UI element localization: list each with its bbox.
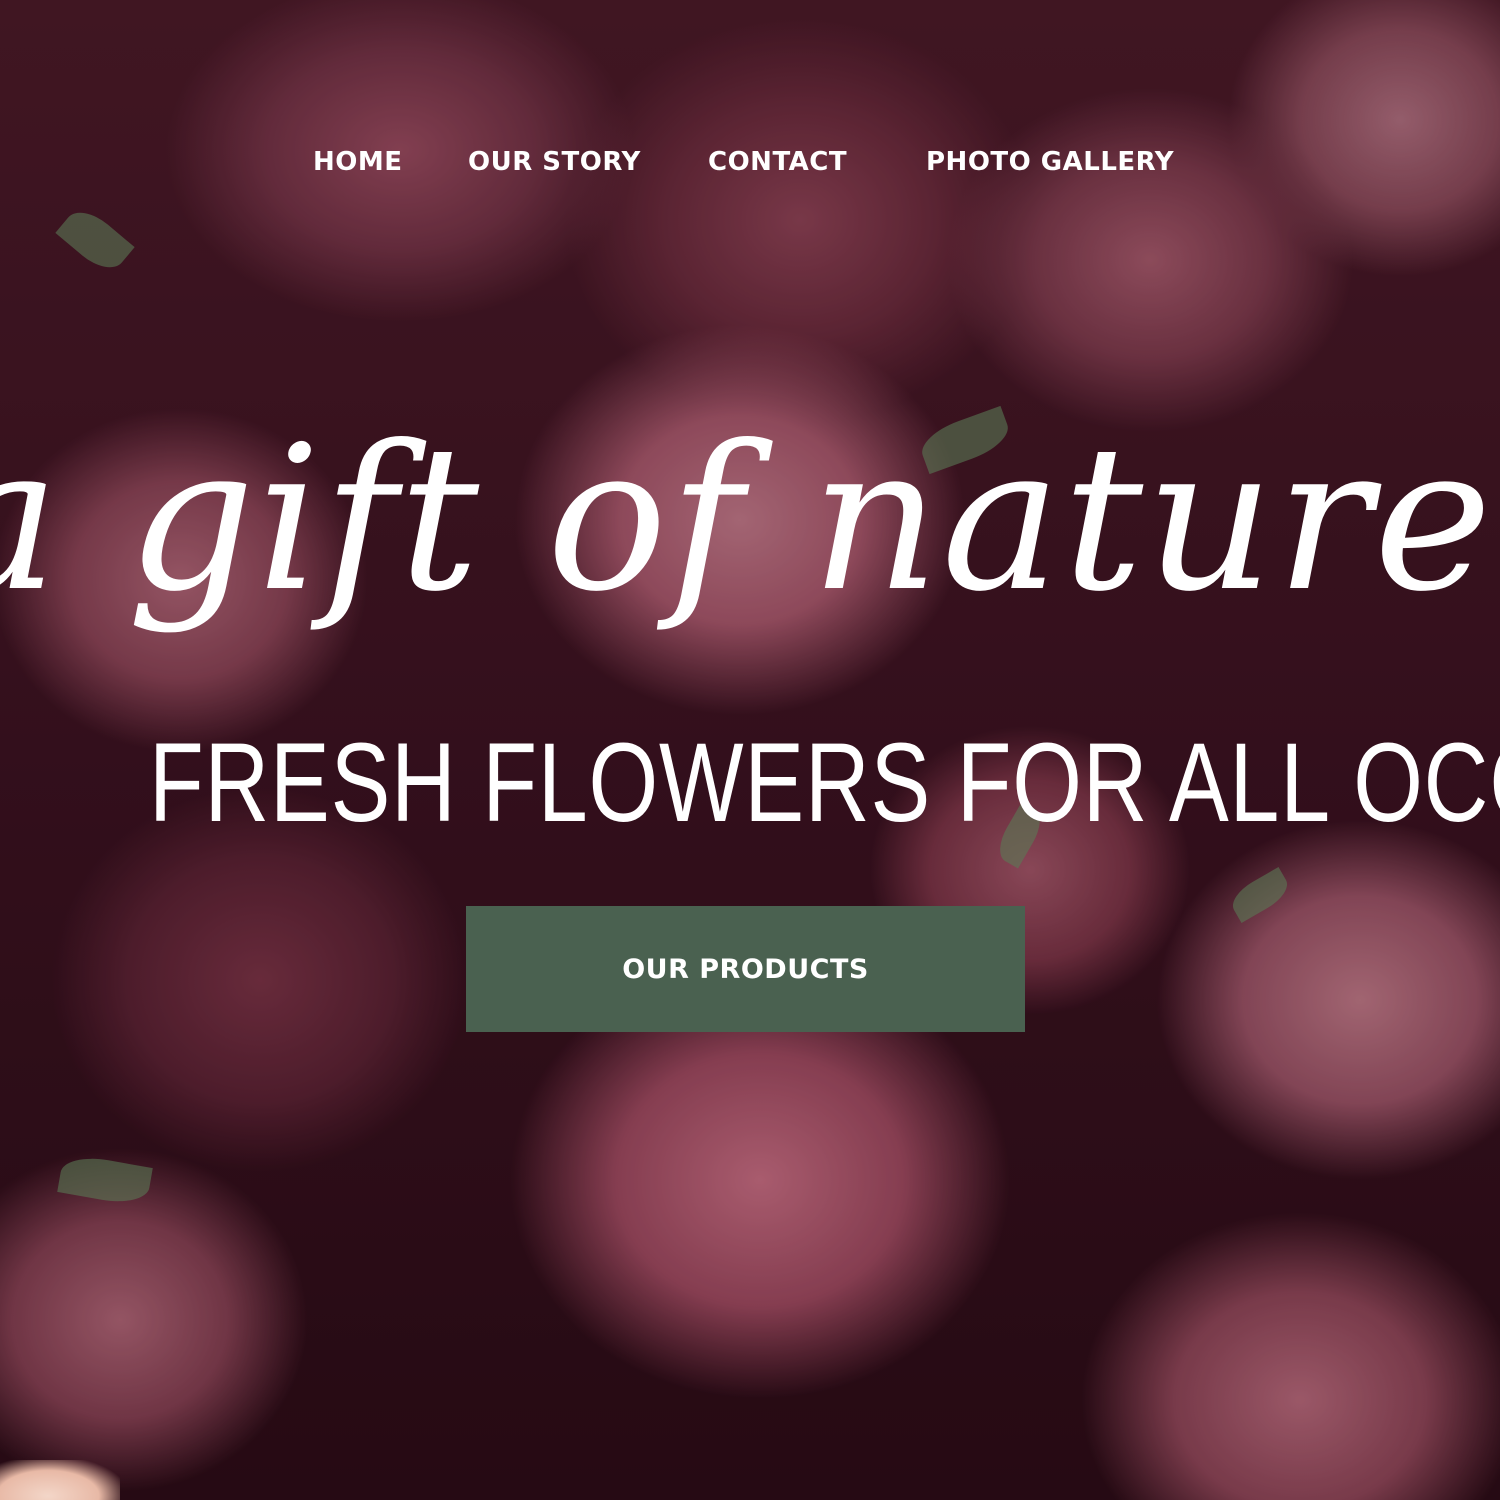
nav-our-story-link[interactable]: OUR STORY (468, 140, 641, 184)
nav-photo-gallery-link[interactable]: PHOTO GALLERY (926, 140, 1174, 184)
flower-image-corner (0, 1460, 120, 1500)
nav-home-link[interactable]: HOME (313, 140, 403, 184)
our-products-button[interactable]: OUR PRODUCTS (466, 906, 1025, 1032)
hero-headline: FRESH FLOWERS FOR ALL OCCASIONS (149, 720, 1500, 845)
nav-contact-link[interactable]: CONTACT (708, 140, 847, 184)
main-navigation: HOME OUR STORY CONTACT PHOTO GALLERY (0, 140, 1500, 184)
hero-tagline: a gift of nature in bloom (0, 403, 1500, 636)
hero-section: HOME OUR STORY CONTACT PHOTO GALLERY a g… (0, 0, 1500, 1500)
